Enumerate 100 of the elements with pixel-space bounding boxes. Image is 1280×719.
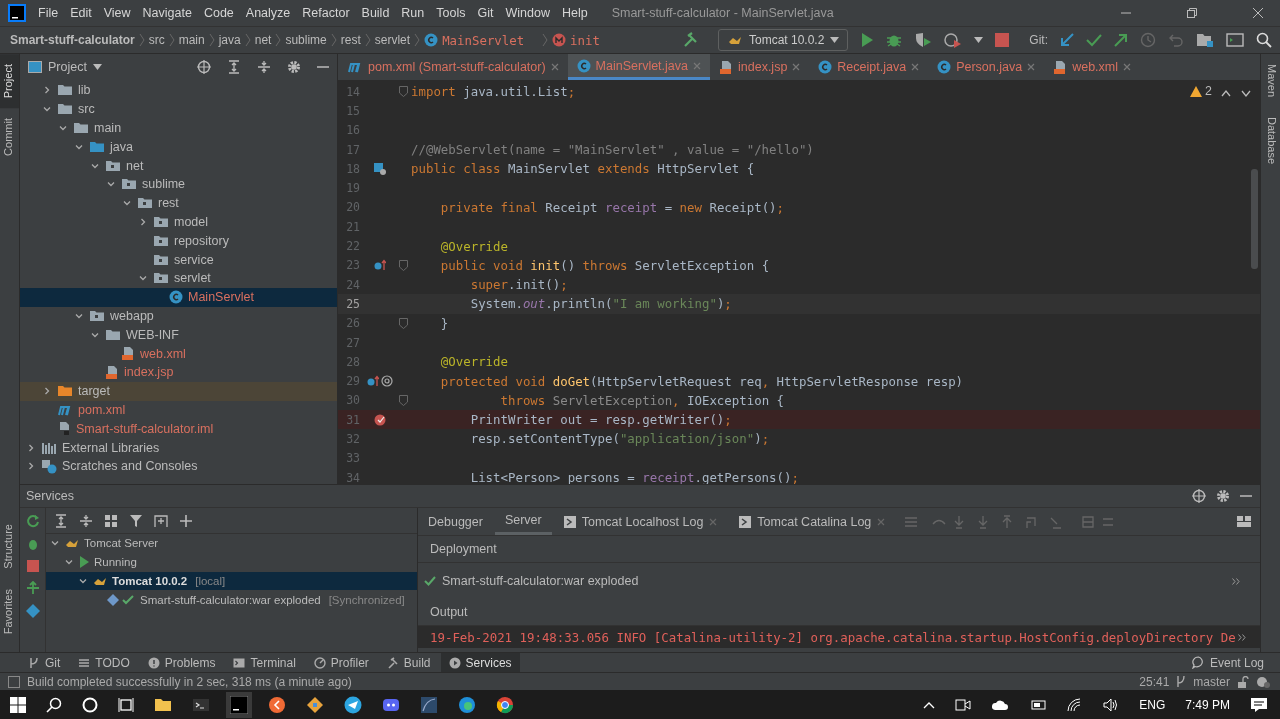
menu-item[interactable]: Tools xyxy=(436,6,466,20)
tree-item[interactable]: net xyxy=(20,156,337,175)
breadcrumb[interactable]: rest xyxy=(340,33,361,47)
tree-item[interactable]: src xyxy=(20,99,337,119)
menu-item[interactable]: Analyze xyxy=(245,6,291,20)
collapse-all-icon[interactable] xyxy=(257,60,271,74)
expand-all-icon[interactable] xyxy=(54,513,68,528)
editor-tab[interactable]: Receipt.java xyxy=(809,54,929,80)
menu-item[interactable]: Window xyxy=(505,6,550,20)
menu-item[interactable]: Git xyxy=(477,6,494,20)
tree-item[interactable]: pom.xml xyxy=(20,400,337,420)
locate-icon[interactable] xyxy=(197,60,211,74)
caret-position[interactable]: 25:41 xyxy=(1139,674,1170,689)
notification-icon[interactable] xyxy=(1250,696,1268,713)
folder-icon[interactable] xyxy=(154,696,172,713)
tree-item[interactable]: webapp xyxy=(20,306,337,326)
app-logo-icon[interactable] xyxy=(8,4,26,22)
close-icon[interactable] xyxy=(1123,63,1131,71)
search-icon[interactable] xyxy=(1256,32,1272,48)
browser-circle-icon[interactable] xyxy=(496,695,514,714)
search-icon[interactable] xyxy=(46,696,62,713)
tree-item[interactable]: service xyxy=(20,250,337,269)
chevron-right-icon[interactable] xyxy=(42,85,52,96)
tab[interactable]: Debugger xyxy=(418,508,493,535)
warning-count[interactable]: 2 xyxy=(1190,84,1212,98)
checkmark-icon[interactable] xyxy=(1086,33,1102,47)
side-tab[interactable]: Structure xyxy=(0,514,19,579)
menu-item[interactable]: Build xyxy=(361,6,390,20)
chevron-right-icon[interactable] xyxy=(138,216,148,227)
tree-item[interactable]: target xyxy=(20,381,337,401)
breadcrumb[interactable]: servlet xyxy=(374,33,411,47)
terminal-window-icon[interactable] xyxy=(1226,32,1244,48)
tool-window-tab[interactable]: Terminal xyxy=(225,653,304,672)
breadcrumb[interactable]: main xyxy=(178,33,205,47)
at-sign-gutter-icon[interactable] xyxy=(380,375,393,388)
project-structure-icon[interactable] xyxy=(1196,32,1214,48)
server-tree-node[interactable]: Running xyxy=(46,552,417,572)
tool-window-tab[interactable]: Problems xyxy=(139,653,224,672)
breadcrumb[interactable]: Smart-stuff-calculator xyxy=(10,33,135,47)
tree-item[interactable]: Scratches and Consoles xyxy=(20,456,337,476)
settings-icon[interactable] xyxy=(1216,489,1230,503)
side-tab[interactable]: Database xyxy=(1261,107,1280,175)
tree-item[interactable]: model xyxy=(20,212,337,232)
breadcrumb[interactable]: init xyxy=(570,32,666,48)
git-branch[interactable]: master xyxy=(1193,674,1230,689)
tree-item[interactable]: sublime xyxy=(20,175,337,194)
menu-item[interactable]: Run xyxy=(401,6,425,20)
stop-icon[interactable] xyxy=(995,33,1010,47)
input-language[interactable]: ENG xyxy=(1139,697,1166,712)
server-tree-node[interactable]: Tomcat Server xyxy=(46,534,417,553)
override-gutter-icon[interactable] xyxy=(373,259,386,272)
filter-icon[interactable] xyxy=(129,513,143,528)
update-arrow-icon[interactable] xyxy=(1060,33,1074,47)
tree-item[interactable]: WEB-INF xyxy=(20,325,337,345)
tool-window-tab[interactable]: Services xyxy=(440,653,520,672)
menu-item[interactable]: View xyxy=(103,6,131,20)
servlet-gutter-icon[interactable] xyxy=(373,162,386,175)
clock[interactable]: 7:49 PM xyxy=(1185,697,1230,712)
lock-icon[interactable] xyxy=(1237,675,1249,688)
caret-icon[interactable] xyxy=(92,64,102,70)
tool-window-tab[interactable]: Build xyxy=(378,653,439,672)
server-tree-node[interactable]: Smart-stuff-calculator:war exploded [Synchronized] xyxy=(46,590,417,610)
tree-item[interactable]: External Libraries xyxy=(20,438,337,457)
caret-icon[interactable] xyxy=(974,37,984,43)
settings-icon[interactable] xyxy=(287,60,301,74)
new-tab-icon[interactable] xyxy=(154,513,168,528)
tree-item[interactable]: servlet xyxy=(20,268,337,288)
menu-item[interactable]: Code xyxy=(203,6,234,20)
breadcrumb[interactable]: src xyxy=(148,33,165,47)
tree-item[interactable]: lib xyxy=(20,81,337,100)
tool-window-tab[interactable]: TODO xyxy=(70,653,138,672)
side-tab[interactable]: Commit xyxy=(0,108,19,167)
close-icon[interactable] xyxy=(792,63,801,71)
editor-tab[interactable]: Person.java xyxy=(928,54,1045,80)
fold-marker-icon[interactable] xyxy=(399,394,408,406)
restore-icon[interactable] xyxy=(1186,7,1198,19)
tree-item[interactable]: index.jsp xyxy=(20,362,337,382)
cloud-icon[interactable] xyxy=(991,698,1010,711)
tab[interactable]: Tomcat Localhost Log xyxy=(553,508,728,535)
menu-item[interactable]: Navigate xyxy=(142,6,192,20)
push-arrow-icon[interactable] xyxy=(1114,33,1128,47)
close-icon[interactable] xyxy=(1027,63,1036,71)
override-gutter-icon[interactable] xyxy=(366,375,379,388)
tab[interactable]: Server xyxy=(494,508,552,535)
camera-icon[interactable] xyxy=(955,697,972,712)
double-chevron-icon[interactable] xyxy=(1238,633,1246,641)
breadcrumb[interactable]: MainServlet xyxy=(442,32,539,48)
editor-tab[interactable]: pom.xml (Smart-stuff-calculator) xyxy=(338,54,568,80)
deploy-icon[interactable] xyxy=(25,581,40,595)
windows-logo-icon[interactable] xyxy=(10,696,26,713)
close-icon[interactable] xyxy=(550,63,559,71)
collapse-all-icon[interactable] xyxy=(79,513,93,528)
tree-item[interactable]: main xyxy=(20,118,337,138)
speaker-icon[interactable] xyxy=(1103,697,1120,712)
stop-icon[interactable] xyxy=(26,560,39,572)
event-log-button[interactable]: Event Log xyxy=(1183,653,1272,672)
profile-icon[interactable] xyxy=(944,32,963,48)
expand-all-icon[interactable] xyxy=(227,60,241,74)
close-icon[interactable] xyxy=(911,63,920,71)
breadcrumb[interactable]: java xyxy=(218,33,241,47)
